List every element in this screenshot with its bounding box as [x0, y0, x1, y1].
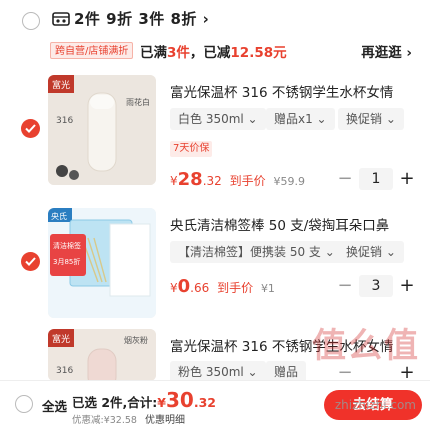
- promo-summary-row: 跨自营/店铺满折 已满3件，已减12.58元 再逛逛 ›: [50, 40, 420, 62]
- product-thumbnail[interactable]: 富光 316 烟灰粉: [48, 329, 156, 381]
- item-price: ¥28.32 到手价 ¥59.9: [170, 169, 305, 190]
- svg-text:富光: 富光: [52, 333, 70, 345]
- discount-summary: 优惠减:¥32.58 优惠明细: [72, 415, 185, 426]
- spec-selector[interactable]: 白色 350ml ⌄: [170, 108, 266, 130]
- watermark-url: zhizhizhi.com: [334, 398, 416, 412]
- gift-selector[interactable]: 赠品x1 ⌄: [266, 108, 335, 130]
- bottle-image: 富光 316 烟灰粉: [48, 329, 156, 381]
- check-icon: [25, 257, 36, 266]
- product-title[interactable]: 央氏清洁棉签棒 50 支/袋掏耳朵口鼻: [170, 214, 420, 234]
- bottle-image: 富光 316 雨花白: [48, 75, 156, 185]
- product-thumbnail[interactable]: 央氏 清洁棉签 3月85折: [48, 208, 156, 318]
- qty-minus-button[interactable]: −: [336, 277, 354, 295]
- qty-input[interactable]: 3: [359, 275, 393, 297]
- coupon-icon: [52, 12, 70, 26]
- product-title[interactable]: 富光保温杯 316 不锈钢学生水杯女情: [170, 81, 420, 101]
- check-icon: [25, 124, 36, 133]
- select-all-label[interactable]: 全选: [42, 396, 67, 415]
- total-summary: 已选 2件,合计:¥30.32: [72, 388, 216, 412]
- svg-text:富光: 富光: [52, 79, 70, 91]
- watermark-logo: 值么值: [312, 326, 420, 366]
- select-all-radio[interactable]: [15, 395, 33, 413]
- svg-text:316: 316: [56, 116, 73, 126]
- promo-tag: 跨自营/店铺满折: [50, 42, 134, 59]
- quantity-stepper: − 3 +: [336, 274, 416, 298]
- qty-plus-button[interactable]: +: [398, 170, 416, 188]
- promo-swap-selector[interactable]: 换促销 ⌄: [338, 108, 404, 130]
- cotton-swab-image: 央氏 清洁棉签 3月85折: [48, 208, 156, 318]
- promo-discount-link[interactable]: 2件 9折 3件 8折 ›: [74, 8, 209, 29]
- quantity-stepper: − 1 +: [336, 167, 416, 191]
- svg-text:清洁棉签: 清洁棉签: [53, 241, 81, 250]
- promo-swap-selector[interactable]: 换促销 ⌄: [338, 241, 404, 263]
- browse-more-link[interactable]: 再逛逛 ›: [361, 41, 412, 61]
- price-protect-badge: 7天价保: [170, 141, 213, 157]
- product-thumbnail[interactable]: 富光 316 雨花白: [48, 75, 156, 185]
- item-checkbox[interactable]: [21, 119, 40, 138]
- qty-plus-button[interactable]: +: [398, 277, 416, 295]
- qty-minus-button[interactable]: −: [336, 170, 354, 188]
- spec-selector[interactable]: 【清洁棉签】便携装 50 支 ⌄: [170, 241, 343, 263]
- promo-summary: 已满3件，已减12.58元: [140, 45, 287, 61]
- svg-text:雨花白: 雨花白: [126, 97, 150, 107]
- svg-text:316: 316: [56, 366, 73, 376]
- qty-input[interactable]: 1: [359, 168, 393, 190]
- promo-select-radio[interactable]: [22, 12, 40, 30]
- svg-text:3月85折: 3月85折: [53, 257, 80, 266]
- svg-text:央氏: 央氏: [51, 211, 67, 221]
- svg-text:烟灰粉: 烟灰粉: [124, 335, 148, 345]
- item-price: ¥0.66 到手价 ¥1: [170, 276, 275, 297]
- item-checkbox[interactable]: [21, 252, 40, 271]
- discount-detail-link[interactable]: 优惠明细: [145, 415, 185, 426]
